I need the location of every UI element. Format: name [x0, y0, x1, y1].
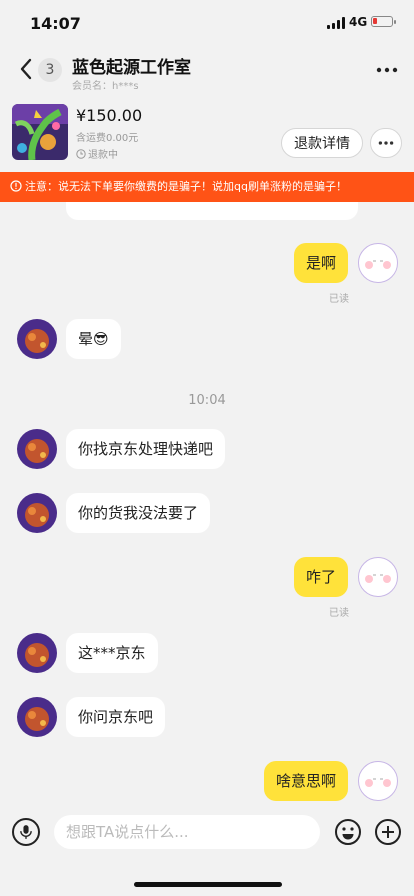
- seller-message-bubble[interactable]: 你问京东吧: [66, 697, 166, 737]
- my-message-bubble[interactable]: 咋了: [293, 557, 348, 597]
- my-avatar[interactable]: [358, 557, 398, 597]
- battery-icon: [371, 16, 396, 27]
- seller-message-bubble[interactable]: 这***京东: [66, 633, 158, 673]
- seller-message-bubble[interactable]: 晕😎: [66, 319, 121, 359]
- my-avatar[interactable]: [358, 761, 398, 801]
- home-indicator[interactable]: [134, 882, 282, 887]
- message-input[interactable]: [54, 815, 320, 849]
- chat-header: 3 蓝色起源工作室 会员名：h***s: [0, 46, 414, 96]
- shipping-fee: 含运费0.00元: [76, 133, 139, 144]
- status-bar: 14:07 4G: [0, 0, 414, 46]
- shop-name[interactable]: 蓝色起源工作室: [72, 53, 191, 78]
- emoji-icon[interactable]: [334, 818, 362, 846]
- my-message-bubble[interactable]: 啥意思啊: [263, 761, 348, 801]
- network-type: 4G: [349, 15, 368, 29]
- message-timestamp: 10:04: [188, 393, 226, 408]
- signal-icon: [327, 17, 345, 29]
- seller-avatar[interactable]: [17, 493, 57, 533]
- seller-avatar[interactable]: [17, 429, 57, 469]
- input-bar: [0, 810, 414, 896]
- seller-avatar[interactable]: [17, 633, 57, 673]
- chevron-left-icon[interactable]: [14, 56, 40, 82]
- seller-message-bubble[interactable]: 你找京东处理快递吧: [66, 429, 226, 469]
- seller-avatar[interactable]: [17, 697, 57, 737]
- message-bubble-clipped: [66, 202, 358, 220]
- fraud-warning-text: 注意：说无法下单要你缴费的是骗子！说加qq刷单涨粉的是骗子！: [25, 180, 347, 193]
- refund-status: 退款中: [76, 146, 118, 161]
- order-price: ¥150.00: [76, 106, 143, 125]
- refund-details-button[interactable]: 退款详情: [281, 128, 363, 158]
- seller-message-bubble[interactable]: 你的货我没法要了: [66, 493, 211, 533]
- read-receipt: 已读: [329, 608, 349, 619]
- order-card[interactable]: ¥150.00 含运费0.00元 退款中 退款详情: [0, 96, 414, 172]
- clock-icon: [76, 148, 86, 159]
- product-thumbnail[interactable]: [12, 104, 68, 160]
- info-circle-icon: [10, 180, 22, 192]
- seller-avatar[interactable]: [17, 319, 57, 359]
- order-more-icon[interactable]: [370, 128, 402, 158]
- fraud-warning-banner: 注意：说无法下单要你缴费的是骗子！说加qq刷单涨粉的是骗子！: [0, 172, 414, 202]
- member-name: 会员名：h***s: [72, 81, 139, 92]
- read-receipt: 已读: [329, 294, 349, 305]
- more-horizontal-icon[interactable]: [372, 60, 402, 80]
- status-time: 14:07: [30, 14, 81, 33]
- plus-circle-icon[interactable]: [374, 818, 402, 846]
- my-avatar[interactable]: [358, 243, 398, 283]
- unread-count-badge[interactable]: 3: [38, 58, 62, 82]
- microphone-icon[interactable]: [12, 818, 40, 846]
- my-message-bubble[interactable]: 是啊: [293, 243, 348, 283]
- refund-status-label: 退款中: [88, 150, 118, 161]
- message-list[interactable]: 是啊 已读 晕😎 10:04 你找京东处理快递吧 你的货我没法要了 咋了 已读 …: [0, 202, 414, 810]
